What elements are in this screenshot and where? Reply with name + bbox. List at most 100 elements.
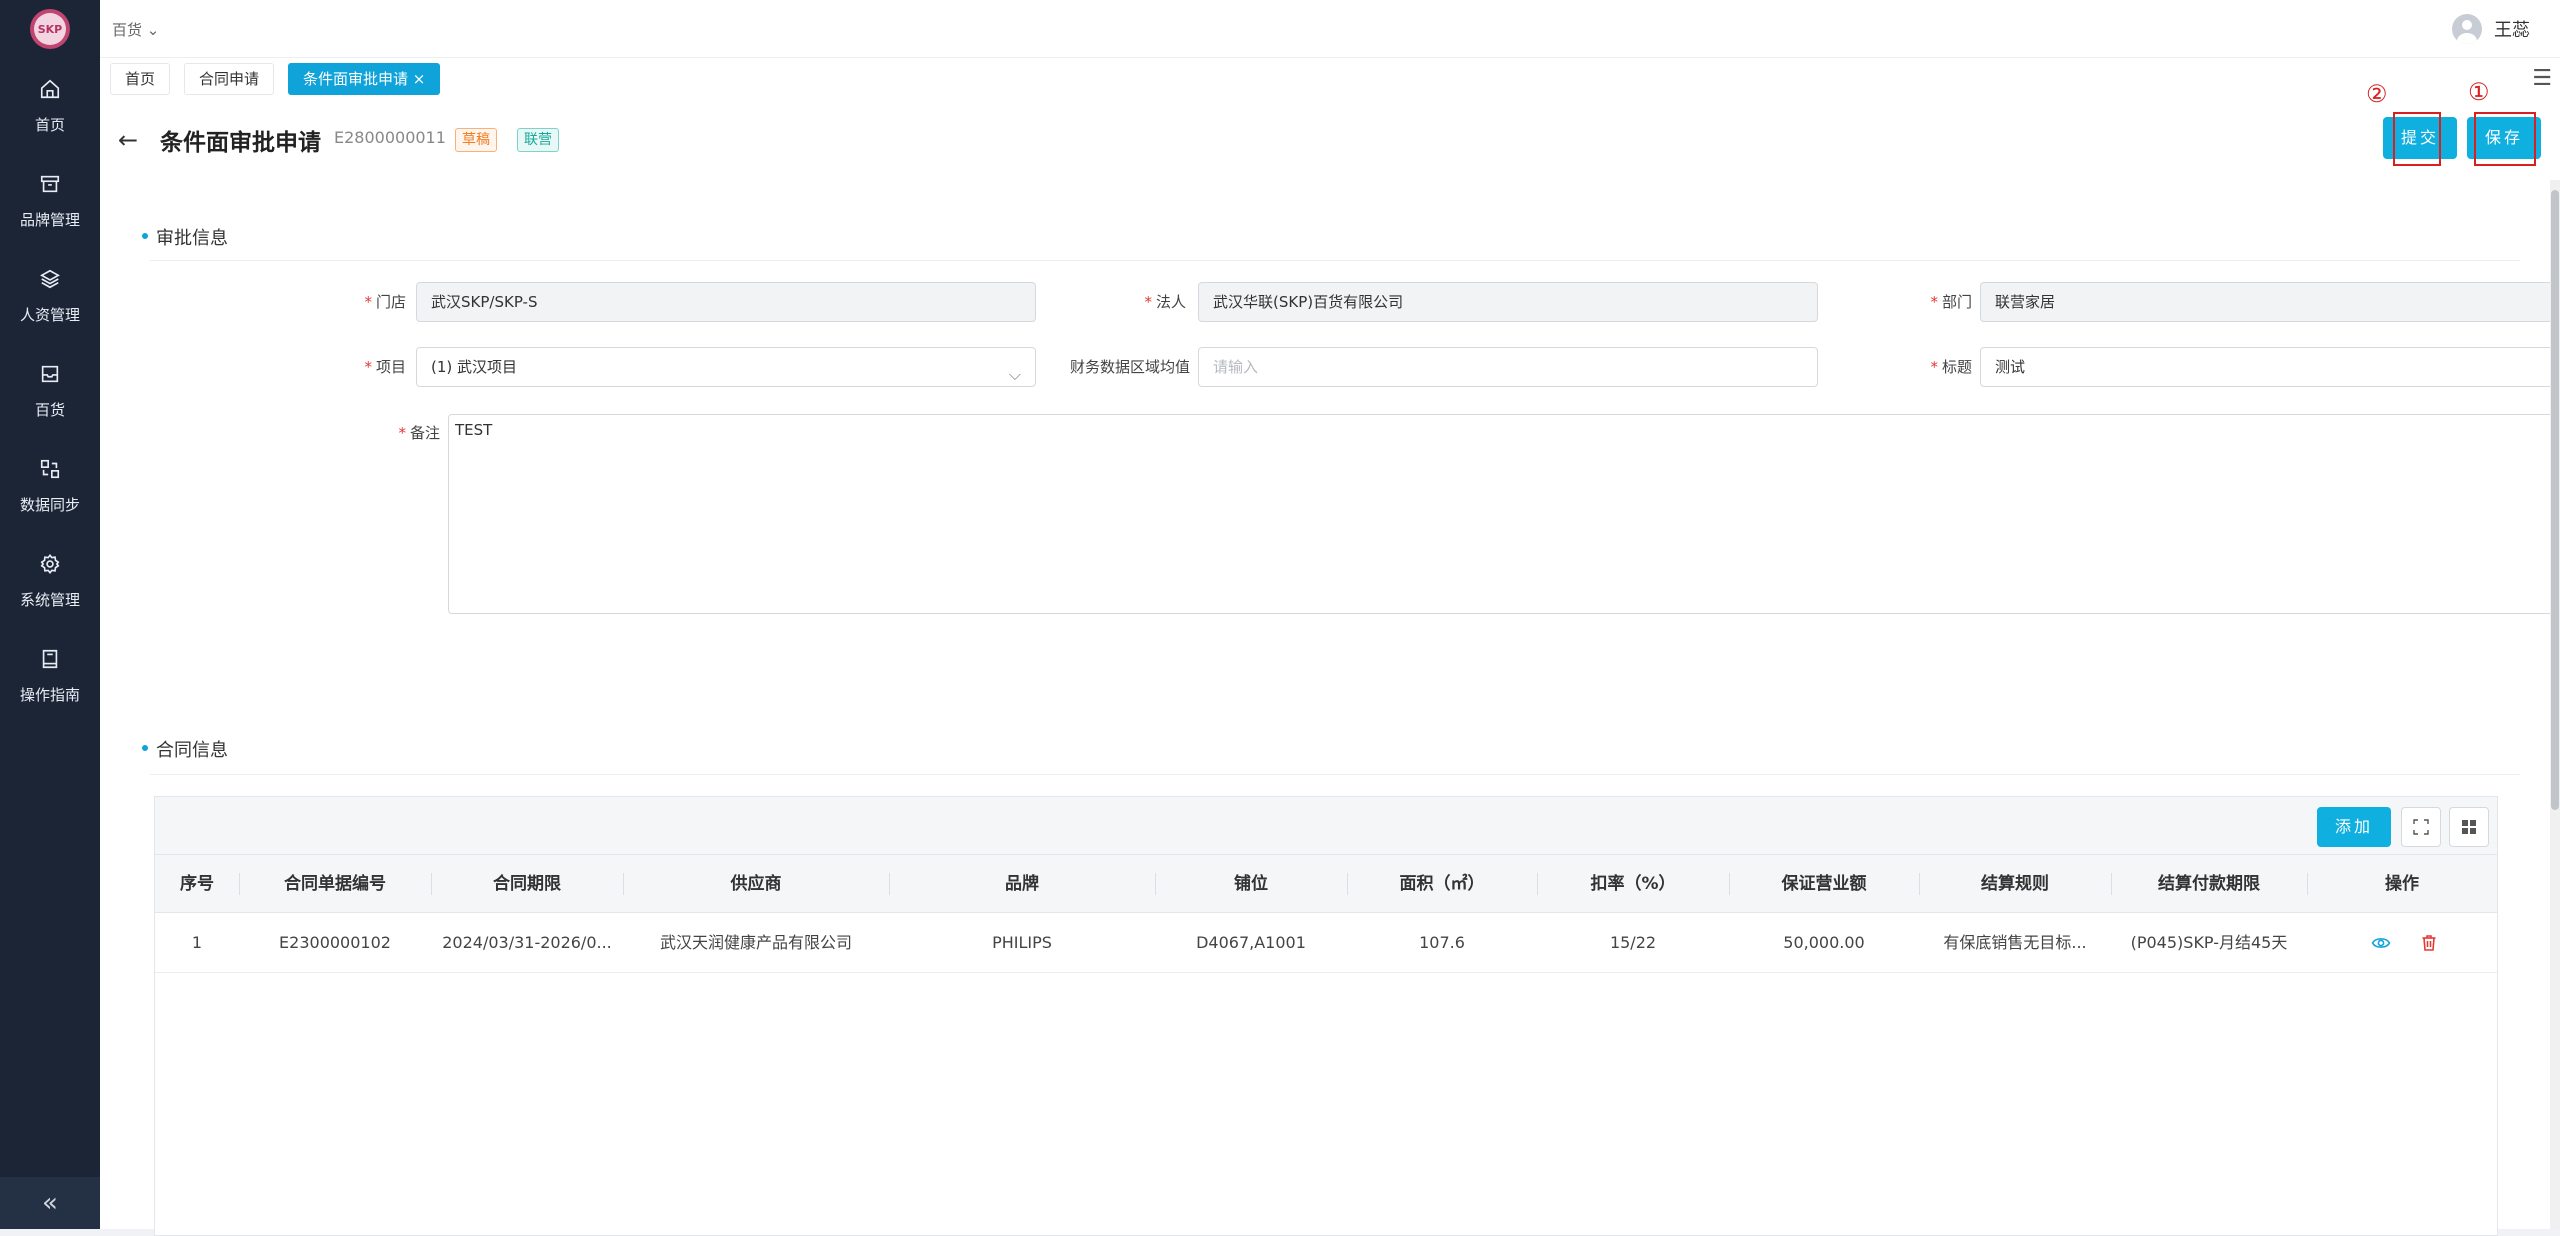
type-badge: 联营 <box>517 128 559 152</box>
legal-entity-field[interactable]: 武汉华联(SKP)百货有限公司 <box>1198 282 1818 322</box>
remark-label: * 备注 <box>280 422 440 443</box>
tab-contract-apply[interactable]: 合同申请 <box>184 63 275 95</box>
chevron-down-icon: ⌄ <box>146 21 160 39</box>
section-title-approval: 审批信息 <box>142 224 228 250</box>
department-label: * 部门 <box>1810 291 1972 312</box>
project-select[interactable]: (1) 武汉项目 ⌵ <box>416 347 1036 387</box>
table-row[interactable]: 1 E2300000102 2024/03/31-2026/0... 武汉天润健… <box>155 913 2497 973</box>
column-header: 供应商 <box>730 874 782 894</box>
cell-stall: D4067,A1001 <box>1196 933 1306 952</box>
eye-icon[interactable] <box>2371 933 2391 953</box>
sidebar-item-home[interactable]: 首页 <box>0 70 100 150</box>
avatar <box>2452 14 2482 44</box>
subject-label-text: 标题 <box>1941 358 1972 376</box>
remark-label-text: 备注 <box>409 424 440 442</box>
tab-label: 条件面审批申请 <box>303 70 409 88</box>
cell-rule: 有保底销售无目标... <box>1943 933 2087 952</box>
section-title-contract: 合同信息 <box>142 736 228 762</box>
sidebar-item-label: 首页 <box>34 116 65 134</box>
sync-icon <box>40 459 60 479</box>
sidebar-item-data-sync[interactable]: 数据同步 <box>0 450 100 530</box>
legal-entity-value: 武汉华联(SKP)百货有限公司 <box>1213 293 1404 311</box>
table-header: 序号 合同单据编号 合同期限 供应商 品牌 铺位 面积（㎡） 扣率（%） 保证营… <box>155 855 2497 913</box>
sidebar-item-brand[interactable]: 品牌管理 <box>0 165 100 245</box>
cell-brand: PHILIPS <box>992 933 1052 952</box>
column-header: 结算规则 <box>1981 874 2049 894</box>
trash-icon[interactable] <box>2419 933 2439 953</box>
layers-icon <box>40 269 60 289</box>
cell-area: 107.6 <box>1419 933 1465 952</box>
add-button[interactable]: 添加 <box>2317 807 2391 847</box>
finance-region-input[interactable]: 请输入 <box>1198 347 1818 387</box>
column-header: 铺位 <box>1234 874 1268 894</box>
cell-payment: (P045)SKP-月结45天 <box>2130 933 2288 952</box>
sidebar-item-hr[interactable]: 人资管理 <box>0 260 100 340</box>
project-label: * 项目 <box>250 356 406 377</box>
finance-region-label: 财务数据区域均值 <box>1069 358 1190 376</box>
annotation-marker-1: ① <box>2468 78 2490 106</box>
cell-guarantee: 50,000.00 <box>1783 933 1865 952</box>
store-value: 武汉SKP/SKP-S <box>431 293 538 311</box>
subject-value: 测试 <box>1995 358 2026 376</box>
tab-condition-approval[interactable]: 条件面审批申请 × <box>288 63 441 95</box>
brand-logo-text: SKP <box>34 13 66 45</box>
double-chevron-left-icon: « <box>42 1188 58 1218</box>
sidebar-item-guide[interactable]: 操作指南 <box>0 640 100 720</box>
store-switcher-label: 百货 <box>112 21 143 39</box>
column-header: 品牌 <box>1005 874 1039 894</box>
page-title: 条件面审批申请 <box>160 130 321 156</box>
required-mark: * <box>1144 293 1152 311</box>
fullscreen-button[interactable] <box>2401 807 2441 847</box>
cell-period: 2024/03/31-2026/0... <box>442 933 612 952</box>
section-divider <box>150 260 2520 261</box>
scrollbar-thumb[interactable] <box>2551 190 2559 810</box>
column-header: 序号 <box>180 874 214 894</box>
sidebar-item-label: 人资管理 <box>19 306 80 324</box>
sidebar: SKP 首页 品牌管理 人资管理 百货 数据同步 系统管理 操作指南 « <box>0 0 100 1229</box>
column-header: 操作 <box>2385 874 2419 894</box>
user-name: 王蕊 <box>2494 20 2530 41</box>
sidebar-item-system[interactable]: 系统管理 <box>0 545 100 625</box>
column-settings-button[interactable] <box>2449 807 2489 847</box>
book-icon <box>42 649 58 669</box>
cell-contract-no: E2300000102 <box>279 933 391 952</box>
main-panel: 审批信息 * 门店 武汉SKP/SKP-S * 法人 武汉华联(SKP)百货有限公司… <box>100 180 2560 1236</box>
cell-rate: 15/22 <box>1609 933 1657 952</box>
section-divider <box>150 774 2520 775</box>
cell-supplier: 武汉天润健康产品有限公司 <box>659 933 852 952</box>
sidebar-collapse-button[interactable]: « <box>0 1177 100 1229</box>
column-header: 扣率（%） <box>1590 874 1676 894</box>
close-icon[interactable]: × <box>413 70 426 88</box>
required-mark: * <box>398 424 406 442</box>
sidebar-item-label: 系统管理 <box>19 591 80 609</box>
store-switcher[interactable]: 百货 ⌄ <box>112 19 159 40</box>
fullscreen-icon <box>2413 819 2429 835</box>
annotation-box-save <box>2474 112 2536 166</box>
gear-icon <box>40 553 60 575</box>
annotation-box-submit <box>2393 112 2441 166</box>
page-header: ← 条件面审批申请 E2800000011 草稿 联营 提交 保存 ① ② <box>100 78 2560 180</box>
store-field[interactable]: 武汉SKP/SKP-S <box>416 282 1036 322</box>
user-menu[interactable]: 王蕊 <box>2452 14 2530 44</box>
column-header: 面积（㎡） <box>1399 874 1485 894</box>
menu-icon[interactable]: ☰ <box>2532 66 2552 91</box>
tab-label: 首页 <box>125 70 156 88</box>
remark-textarea[interactable]: TEST ✕ <box>448 414 2560 614</box>
legal-entity-label-text: 法人 <box>1155 293 1186 311</box>
required-mark: * <box>1930 293 1938 311</box>
sidebar-item-label: 品牌管理 <box>19 211 80 229</box>
subject-label: * 标题 <box>1810 356 1972 377</box>
sidebar-item-department-store[interactable]: 百货 <box>0 355 100 435</box>
back-arrow-icon[interactable]: ← <box>118 126 138 154</box>
department-field[interactable]: 联营家居 <box>1980 282 2560 322</box>
brand-logo: SKP <box>30 9 70 49</box>
tab-home[interactable]: 首页 <box>110 63 171 95</box>
home-icon <box>40 79 60 99</box>
subject-input[interactable]: 测试 ✕ <box>1980 347 2560 387</box>
status-badge: 草稿 <box>455 128 497 152</box>
annotation-marker-2: ② <box>2366 80 2388 108</box>
department-label-text: 部门 <box>1941 293 1972 311</box>
vertical-scrollbar[interactable] <box>2550 180 2560 1229</box>
tab-bar: 首页 合同申请 条件面审批申请 × ☰ <box>100 58 2560 100</box>
store-label: * 门店 <box>250 291 406 312</box>
